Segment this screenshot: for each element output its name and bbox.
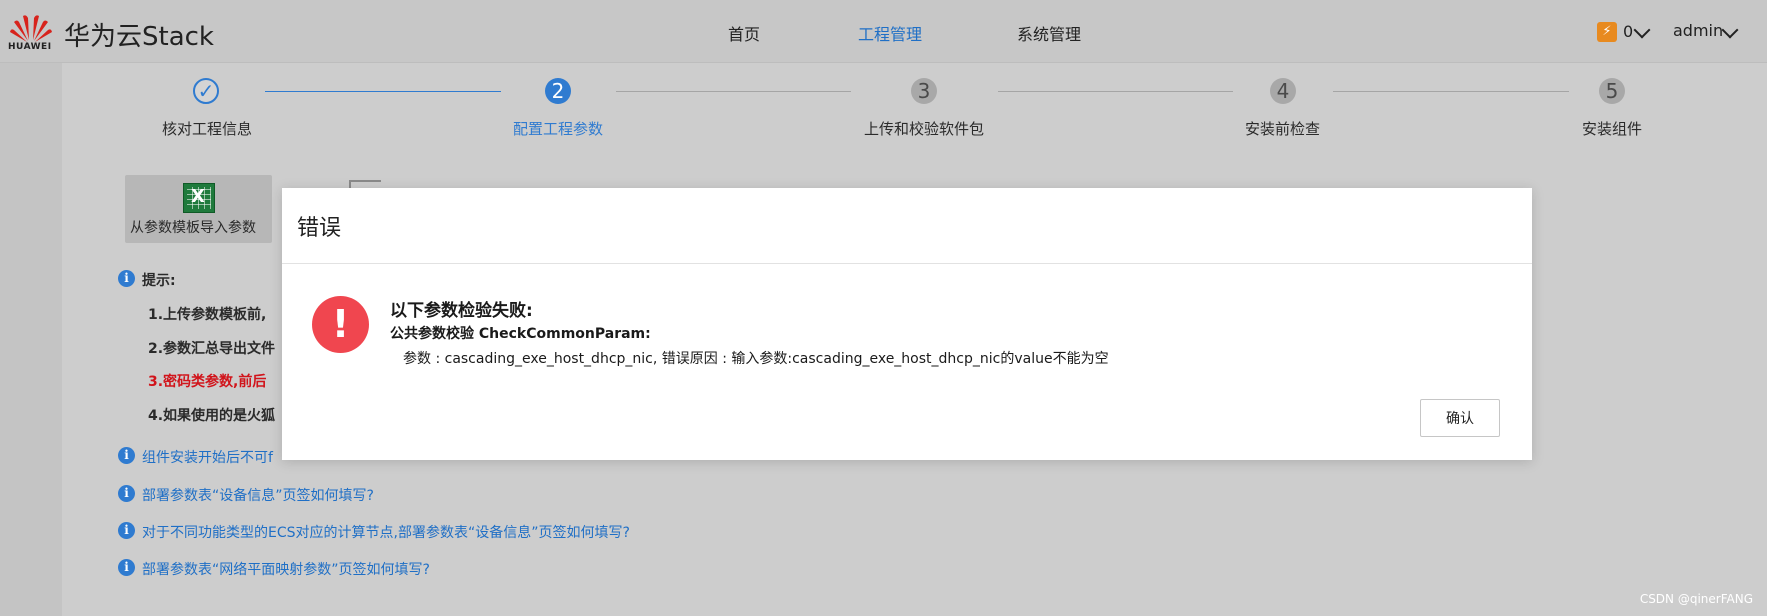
top-header: HUAWEI 华为云Stack 首页 工程管理 系统管理 ⚡ 0 admin <box>0 0 1767 63</box>
step-1-label: 核对工程信息 <box>162 120 253 138</box>
brand-title: 华为云Stack <box>64 22 214 52</box>
alert-icon[interactable]: ⚡ <box>1597 22 1617 42</box>
info-icon: i <box>118 447 135 464</box>
watermark: CSDN @qinerFANG <box>1639 592 1753 606</box>
logo-wordmark: HUAWEI <box>8 42 52 52</box>
step-5-number: 5 <box>1599 78 1625 104</box>
tip-item-warning: 3.密码类参数,前后 <box>148 374 267 390</box>
step-connector <box>998 91 1233 92</box>
import-from-template-button[interactable]: X 从参数模板导入参数 <box>125 175 272 243</box>
tip-item: 2.参数汇总导出文件 <box>148 341 276 357</box>
step-4-number: 4 <box>1270 78 1296 104</box>
step-4-label: 安装前检查 <box>1245 120 1321 138</box>
step-3-label: 上传和校验软件包 <box>864 120 985 138</box>
user-menu[interactable]: admin <box>1673 21 1723 40</box>
help-link[interactable]: 部署参数表“网络平面映射参数”页签如何填写? <box>142 559 430 579</box>
nav-home[interactable]: 首页 <box>728 21 760 45</box>
help-link[interactable]: 对于不同功能类型的ECS对应的计算节点,部署参数表“设备信息”页签如何填写? <box>142 522 630 542</box>
error-detail: 参数 : cascading_exe_host_dhcp_nic, 错误原因 :… <box>403 351 1109 367</box>
step-connector <box>616 91 851 92</box>
left-margin <box>0 63 62 616</box>
nav-project-management[interactable]: 工程管理 <box>858 21 922 45</box>
confirm-button[interactable]: 确认 <box>1420 399 1500 437</box>
step-2-label: 配置工程参数 <box>513 120 604 138</box>
tip-item: 4.如果使用的是火狐 <box>148 408 276 424</box>
info-icon: i <box>118 485 135 502</box>
error-heading: 以下参数检验失败: <box>390 301 533 321</box>
nav-system-management[interactable]: 系统管理 <box>1017 21 1081 45</box>
notification-count[interactable]: 0 <box>1623 22 1633 41</box>
excel-icon: X <box>183 183 215 213</box>
import-button-label: 从参数模板导入参数 <box>130 220 256 236</box>
help-link[interactable]: 部署参数表“设备信息”页签如何填写? <box>142 485 374 505</box>
dialog-title: 错误 <box>297 216 342 241</box>
chevron-down-icon[interactable] <box>1721 21 1739 39</box>
info-icon: i <box>118 559 135 576</box>
chevron-down-icon[interactable] <box>1633 21 1651 39</box>
step-5-label: 安装组件 <box>1582 120 1643 138</box>
step-connector <box>265 91 501 92</box>
step-connector <box>1333 91 1569 92</box>
info-icon: i <box>118 522 135 539</box>
step-3-number: 3 <box>911 78 937 104</box>
error-icon: ! <box>312 296 369 353</box>
error-subheading: 公共参数校验 CheckCommonParam: <box>390 326 651 342</box>
tip-item: 1.上传参数模板前, <box>148 307 267 323</box>
step-1-check-icon: ✓ <box>193 78 219 104</box>
error-dialog: 错误 ! 以下参数检验失败: 公共参数校验 CheckCommonParam: … <box>282 188 1532 460</box>
help-link[interactable]: 组件安装开始后不可f <box>142 447 273 467</box>
tips-title: 提示: <box>142 273 176 289</box>
dialog-divider <box>282 263 1532 264</box>
step-2-number: 2 <box>545 78 571 104</box>
info-icon: i <box>118 270 135 287</box>
